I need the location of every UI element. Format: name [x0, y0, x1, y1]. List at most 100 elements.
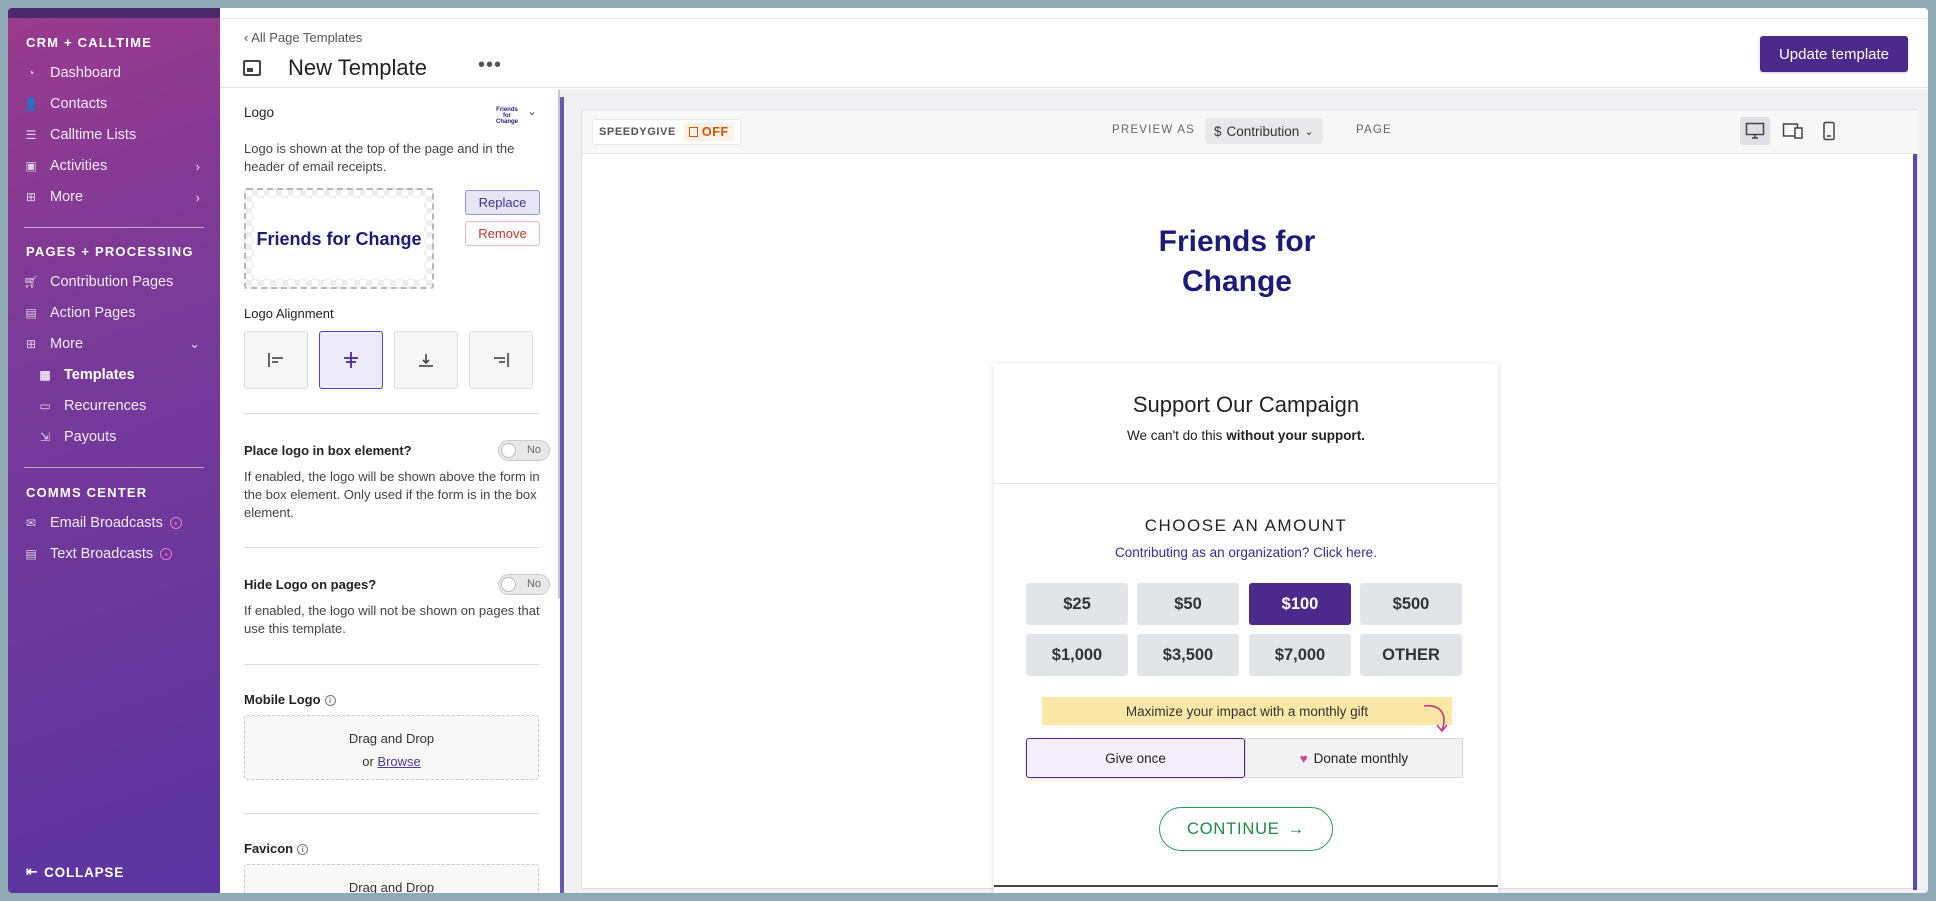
amount-button-100[interactable]: $100 — [1249, 583, 1351, 625]
continue-button[interactable]: CONTINUE → — [1159, 807, 1333, 851]
preview-frame: SPEEDYGIVE OFF PREVIEW AS $ Contribution… — [581, 109, 1919, 893]
sidebar-item-more-pages[interactable]: ⊞ More ⌄ — [24, 331, 204, 357]
align-right-button[interactable] — [469, 331, 533, 389]
organization-link[interactable]: Contributing as an organization? Click h… — [994, 545, 1498, 560]
donate-monthly-button[interactable]: ♥ Donate monthly — [1245, 738, 1463, 778]
sidebar-item-label: Contacts — [50, 96, 108, 112]
section-divider — [244, 547, 539, 548]
sidebar-item-dashboard[interactable]: ◔ Dashboard — [24, 60, 204, 86]
amount-button-other[interactable]: OTHER — [1360, 634, 1462, 676]
hide-logo-description: If enabled, the logo will not be shown o… — [244, 603, 540, 636]
info-icon[interactable]: i — [297, 844, 309, 856]
give-once-button[interactable]: Give once — [1026, 738, 1245, 778]
sidebar-item-label: Contribution Pages — [50, 274, 174, 290]
sidebar-item-label: More — [50, 189, 84, 205]
mobile-view-button[interactable] — [1814, 117, 1844, 145]
card-subtitle: We can't do this without your support. — [994, 428, 1498, 443]
favicon-dropzone[interactable]: Drag and Drop — [244, 864, 539, 893]
toggle-text: No — [526, 578, 541, 590]
sidebar-item-label: Payouts — [64, 429, 117, 445]
sidebar-item-action-pages[interactable]: ▤ Action Pages — [24, 300, 204, 326]
align-center-icon — [344, 352, 358, 368]
section-title-comms: COMMS CENTER — [26, 485, 148, 500]
dollar-icon: $ — [1214, 123, 1222, 139]
chevron-down-icon: ⌄ — [1304, 125, 1314, 138]
chevron-down-icon: ⌄ — [189, 336, 200, 351]
sidebar-item-templates[interactable]: ▦ Templates — [38, 362, 218, 388]
mobile-icon — [1823, 121, 1835, 141]
box-element-toggle[interactable]: No — [498, 440, 550, 461]
sidebar-item-recurrences[interactable]: ▭ Recurrences — [38, 393, 218, 419]
card-header: Support Our Campaign We can't do this wi… — [994, 364, 1498, 484]
browse-line: or Browse — [245, 750, 538, 773]
or-text: or — [362, 754, 374, 769]
align-left-button[interactable] — [244, 331, 308, 389]
browse-link[interactable]: Browse — [377, 754, 420, 769]
sidebar-item-email-broadcasts[interactable]: ✉ Email Broadcasts + — [24, 510, 204, 536]
collapse-label: COLLAPSE — [44, 864, 125, 880]
more-options-icon[interactable]: ••• — [478, 54, 502, 77]
preview-type-select[interactable]: $ Contribution ⌄ — [1205, 118, 1323, 144]
align-left-icon — [268, 353, 283, 367]
page-header: ‹ All Page Templates New Template ••• Up… — [220, 8, 1928, 88]
add-icon[interactable]: + — [169, 517, 182, 529]
sidebar-item-text-broadcasts[interactable]: ▤ Text Broadcasts + — [24, 541, 204, 567]
speedygive-badge[interactable]: SPEEDYGIVE OFF — [592, 119, 741, 145]
add-icon[interactable]: + — [160, 548, 173, 560]
sidebar-item-activities[interactable]: ▣ Activities › — [24, 153, 204, 179]
sidebar-item-calltime-lists[interactable]: ☰ Calltime Lists — [24, 122, 204, 148]
preview-accent-line — [560, 97, 564, 893]
favicon-label-text: Favicon — [244, 841, 294, 856]
logo-upload-preview[interactable]: Friends for Change — [244, 188, 434, 289]
sidebar-item-payouts[interactable]: ⇲ Payouts — [38, 424, 218, 450]
align-center-button[interactable] — [319, 331, 383, 389]
preview-type-value: Contribution — [1226, 123, 1300, 139]
amount-button-50[interactable]: $50 — [1137, 583, 1239, 625]
desktop-view-button[interactable] — [1740, 117, 1770, 145]
amount-button-500[interactable]: $500 — [1360, 583, 1462, 625]
arrow-right-icon: → — [1287, 819, 1305, 838]
drag-drop-text: Drag and Drop — [348, 880, 435, 893]
tablet-view-button[interactable] — [1778, 117, 1808, 145]
chevron-down-icon[interactable]: ⌄ — [527, 104, 537, 118]
donation-card: Support Our Campaign We can't do this wi… — [994, 364, 1498, 893]
sidebar-item-label: Dashboard — [50, 65, 121, 81]
payout-icon: ⇲ — [39, 430, 51, 444]
card-title: Support Our Campaign — [1132, 392, 1360, 417]
sidebar-item-contribution-pages[interactable]: 🛒︎ Contribution Pages — [23, 269, 204, 295]
amount-button-3500[interactable]: $3,500 — [1137, 634, 1239, 676]
logo-thumbnail: Friends for Change — [495, 107, 518, 125]
favicon-label: Favicon i — [244, 841, 309, 856]
amount-button-25[interactable]: $25 — [1026, 583, 1128, 625]
sidebar-item-contacts[interactable]: 👤 Contacts — [24, 91, 204, 117]
sidebar-item-label: Email Broadcasts — [50, 515, 163, 531]
align-bottom-button[interactable] — [394, 331, 458, 389]
more-icon: ⊞ — [25, 337, 37, 351]
sidebar: CRM + CALLTIME ◔ Dashboard 👤 Contacts ☰ … — [8, 8, 220, 893]
remove-logo-button[interactable]: Remove — [465, 221, 540, 246]
mobile-logo-dropzone[interactable]: Drag and Drop or Browse — [244, 715, 539, 780]
amount-button-1000[interactable]: $1,000 — [1026, 634, 1128, 676]
section-divider — [244, 813, 539, 814]
section-divider — [244, 664, 539, 665]
activities-icon: ▣ — [25, 159, 37, 173]
section-divider — [244, 413, 539, 414]
org-logo-text: Friends for Change — [1158, 225, 1316, 298]
preview-scrollbar[interactable] — [1913, 154, 1917, 890]
sidebar-item-label: Action Pages — [50, 305, 136, 321]
sidebar-item-more-crm[interactable]: ⊞ More › — [24, 184, 204, 210]
sidebar-divider — [24, 227, 204, 228]
section-title-pages: PAGES + PROCESSING — [26, 244, 194, 259]
replace-logo-button[interactable]: Replace — [465, 190, 540, 215]
speedygive-status: OFF — [683, 123, 734, 141]
app-window: CRM + CALLTIME ◔ Dashboard 👤 Contacts ☰ … — [8, 8, 1928, 893]
chevron-right-icon: › — [195, 189, 200, 205]
amount-button-7000[interactable]: $7,000 — [1249, 634, 1351, 676]
breadcrumb[interactable]: ‹ All Page Templates — [244, 30, 362, 45]
update-template-button[interactable]: Update template — [1760, 36, 1908, 72]
sidebar-topbar — [8, 8, 220, 18]
preview-as-label: PREVIEW AS — [1112, 124, 1195, 136]
collapse-button[interactable]: ⇤ COLLAPSE — [26, 864, 124, 880]
info-icon[interactable]: i — [324, 695, 336, 707]
hide-logo-toggle[interactable]: No — [498, 574, 550, 595]
